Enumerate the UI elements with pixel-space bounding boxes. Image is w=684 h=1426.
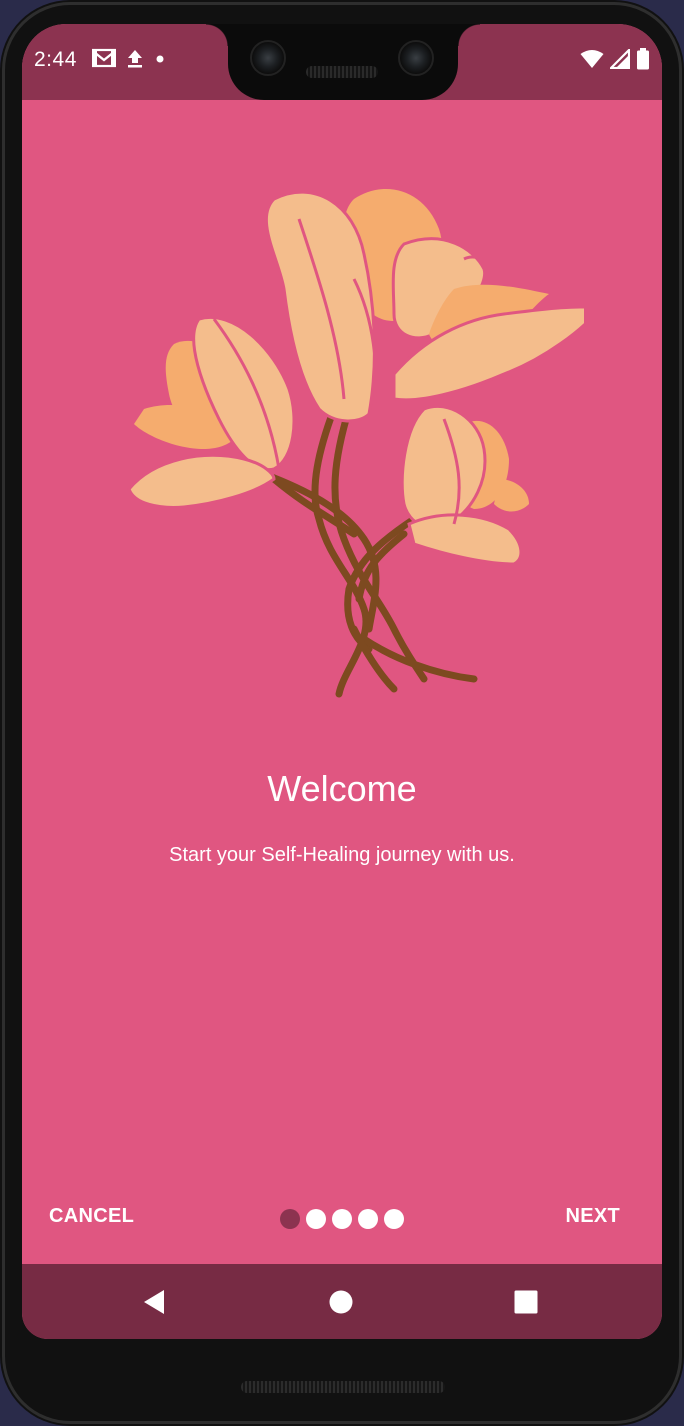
gmail-icon xyxy=(92,48,116,68)
page-indicator xyxy=(280,1209,404,1229)
recents-icon xyxy=(514,1290,538,1314)
front-camera-right xyxy=(398,40,434,76)
system-nav-bar xyxy=(22,1264,662,1339)
bottom-speaker-grille xyxy=(241,1381,445,1393)
status-bar: 2:44 xyxy=(22,24,662,100)
nav-recents-button[interactable] xyxy=(512,1288,540,1316)
page-dot-active[interactable] xyxy=(280,1209,300,1229)
page-dot[interactable] xyxy=(358,1209,378,1229)
upload-icon xyxy=(128,50,142,68)
earpiece-speaker xyxy=(306,66,378,78)
onboarding-controls: CANCEL NEXT xyxy=(22,1189,662,1249)
nav-home-button[interactable] xyxy=(327,1288,355,1316)
flower-right xyxy=(400,404,529,566)
page-dot[interactable] xyxy=(332,1209,352,1229)
flower-top xyxy=(264,189,584,423)
status-system-icons xyxy=(580,48,650,70)
cancel-button[interactable]: CANCEL xyxy=(49,1205,134,1228)
dot-icon xyxy=(156,55,164,63)
page-dot[interactable] xyxy=(306,1209,326,1229)
status-time: 2:44 xyxy=(34,48,77,71)
signal-icon xyxy=(610,49,630,69)
phone-frame: 2:44 Welcome Start your Self-Healing jou… xyxy=(0,0,684,1426)
status-notification-icons xyxy=(92,48,166,68)
front-camera-left xyxy=(250,40,286,76)
screen: 2:44 Welcome Start your Self-Healing jou… xyxy=(22,24,662,1339)
back-icon xyxy=(144,1290,164,1314)
next-button[interactable]: NEXT xyxy=(565,1205,620,1228)
home-icon xyxy=(329,1290,353,1314)
page-dot[interactable] xyxy=(384,1209,404,1229)
flower-illustration xyxy=(127,189,584,698)
page-subtitle: Start your Self-Healing journey with us. xyxy=(169,844,515,866)
flower-left xyxy=(127,316,296,509)
nav-back-button[interactable] xyxy=(140,1288,168,1316)
battery-icon xyxy=(637,48,649,70)
page-title: Welcome xyxy=(267,768,417,809)
display-notch xyxy=(206,24,480,100)
wifi-icon xyxy=(580,50,604,68)
